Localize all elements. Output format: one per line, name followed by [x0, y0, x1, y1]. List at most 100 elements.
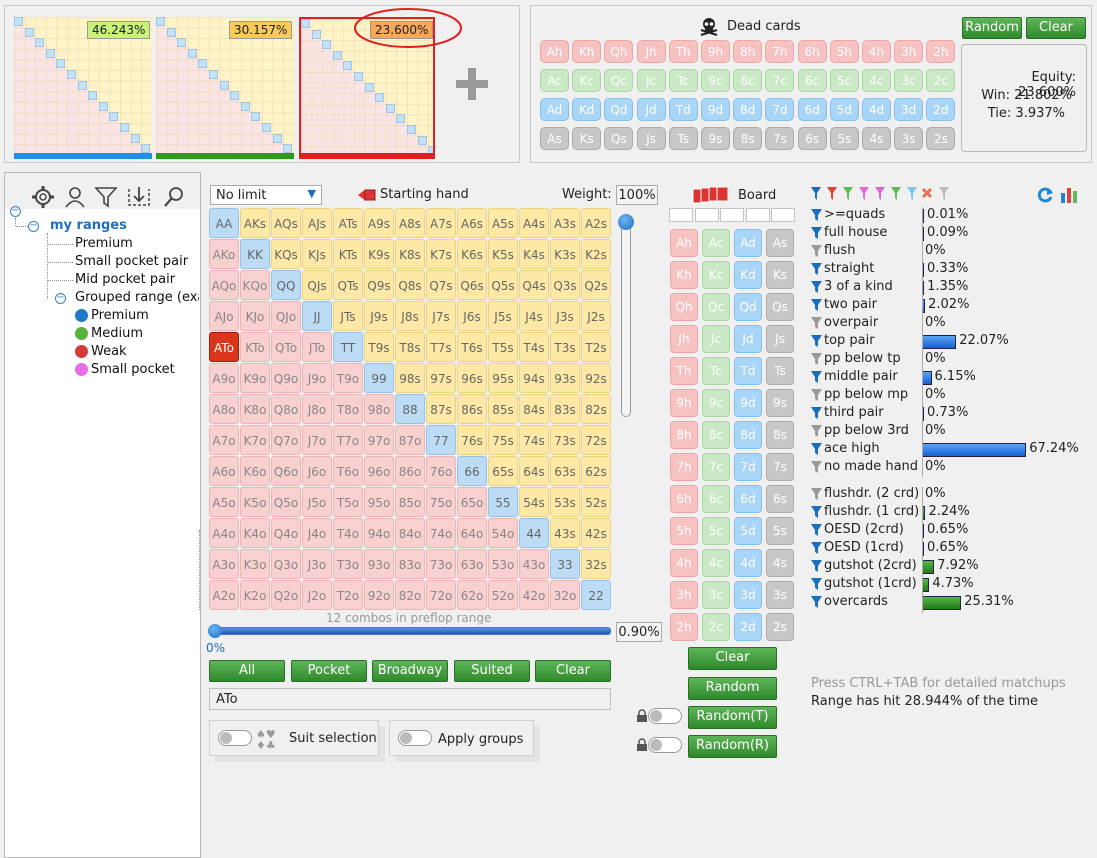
- hand-cell-66[interactable]: 66: [457, 456, 487, 486]
- range-slider-thumb[interactable]: [208, 624, 222, 638]
- hand-cell-Q8s[interactable]: Q8s: [395, 270, 425, 300]
- hand-cell-AKs[interactable]: AKs: [240, 208, 270, 238]
- hand-cell-86s[interactable]: 86s: [457, 394, 487, 424]
- hand-cell-AKo[interactable]: AKo: [209, 239, 239, 269]
- dead-card-8d[interactable]: 8d: [733, 98, 763, 121]
- hand-cell-K8s[interactable]: K8s: [395, 239, 425, 269]
- hand-cell-J9o[interactable]: J9o: [302, 363, 332, 393]
- hand-cell-T2s[interactable]: T2s: [581, 332, 611, 362]
- tree-item-small-pocket-pair[interactable]: Small pocket pair: [75, 254, 188, 269]
- board-card-2c[interactable]: 2c: [702, 613, 730, 641]
- hand-cell-87s[interactable]: 87s: [426, 394, 456, 424]
- hand-cell-AJs[interactable]: AJs: [302, 208, 332, 238]
- hand-cell-J5o[interactable]: J5o: [302, 487, 332, 517]
- filter-icon[interactable]: [811, 227, 822, 239]
- stat-label[interactable]: straight: [824, 261, 874, 276]
- stat-label[interactable]: OESD (1crd): [824, 540, 904, 555]
- dead-card-Jd[interactable]: Jd: [636, 98, 666, 121]
- hand-cell-62s[interactable]: 62s: [581, 456, 611, 486]
- board-card-Ah[interactable]: Ah: [670, 229, 698, 257]
- hand-cell-65s[interactable]: 65s: [488, 456, 518, 486]
- dead-card-6c[interactable]: 6c: [797, 69, 827, 92]
- stat-label[interactable]: gutshot (2crd): [824, 558, 917, 573]
- hand-cell-84o[interactable]: 84o: [395, 518, 425, 548]
- board-card-8s[interactable]: 8s: [766, 421, 794, 449]
- hand-cell-KK[interactable]: KK: [240, 239, 270, 269]
- board-card-7d[interactable]: 7d: [734, 453, 762, 481]
- filter-icon[interactable]: [811, 281, 822, 293]
- board-card-Qc[interactable]: Qc: [702, 293, 730, 321]
- board-card-6h[interactable]: 6h: [670, 485, 698, 513]
- dead-card-2d[interactable]: 2d: [926, 98, 956, 121]
- hand-cell-K7o[interactable]: K7o: [240, 425, 270, 455]
- hand-cell-Q8o[interactable]: Q8o: [271, 394, 301, 424]
- hand-cell-A8s[interactable]: A8s: [395, 208, 425, 238]
- board-random-button[interactable]: Random: [688, 677, 777, 700]
- dead-card-Qd[interactable]: Qd: [604, 98, 634, 121]
- hand-cell-75o[interactable]: 75o: [426, 487, 456, 517]
- board-card-4h[interactable]: 4h: [670, 549, 698, 577]
- tree-group-item-medium[interactable]: Medium: [91, 326, 143, 341]
- hand-cell-87o[interactable]: 87o: [395, 425, 425, 455]
- board-clear-button[interactable]: Clear: [688, 647, 777, 670]
- board-random-t-button[interactable]: Random(T): [688, 706, 777, 729]
- range-slider-track[interactable]: [212, 627, 611, 635]
- tree-collapse-myranges[interactable]: −: [28, 221, 39, 232]
- board-card-4s[interactable]: 4s: [766, 549, 794, 577]
- hand-cell-JTo[interactable]: JTo: [302, 332, 332, 362]
- hand-cell-AQs[interactable]: AQs: [271, 208, 301, 238]
- hand-cell-52s[interactable]: 52s: [581, 487, 611, 517]
- hand-cell-42o[interactable]: 42o: [519, 580, 549, 610]
- select-broadway-button[interactable]: Broadway: [372, 660, 448, 682]
- tree-item-premium[interactable]: Premium: [75, 236, 133, 251]
- hand-cell-63s[interactable]: 63s: [550, 456, 580, 486]
- dead-card-2h[interactable]: 2h: [926, 40, 956, 63]
- hand-cell-J9s[interactable]: J9s: [364, 301, 394, 331]
- hand-cell-Q9s[interactable]: Q9s: [364, 270, 394, 300]
- hand-cell-J4o[interactable]: J4o: [302, 518, 332, 548]
- hand-cell-Q7o[interactable]: Q7o: [271, 425, 301, 455]
- hand-cell-22[interactable]: 22: [581, 580, 611, 610]
- board-card-9c[interactable]: 9c: [702, 389, 730, 417]
- hand-cell-KQs[interactable]: KQs: [271, 239, 301, 269]
- dead-card-2c[interactable]: 2c: [926, 69, 956, 92]
- hand-cell-KJo[interactable]: KJo: [240, 301, 270, 331]
- hand-cell-53o[interactable]: 53o: [488, 549, 518, 579]
- hand-cell-95o[interactable]: 95o: [364, 487, 394, 517]
- hand-cell-43o[interactable]: 43o: [519, 549, 549, 579]
- hand-cell-J7s[interactable]: J7s: [426, 301, 456, 331]
- board-card-Td[interactable]: Td: [734, 357, 762, 385]
- hand-cell-98s[interactable]: 98s: [395, 363, 425, 393]
- hand-cell-TT[interactable]: TT: [333, 332, 363, 362]
- dead-card-3s[interactable]: 3s: [894, 127, 924, 150]
- gear-icon[interactable]: [31, 185, 55, 209]
- dead-card-Js[interactable]: Js: [636, 127, 666, 150]
- hand-cell-KQo[interactable]: KQo: [240, 270, 270, 300]
- filter-icon[interactable]: [811, 353, 822, 365]
- hand-cell-94s[interactable]: 94s: [519, 363, 549, 393]
- hand-cell-AA[interactable]: AA: [209, 208, 239, 238]
- hand-cell-64o[interactable]: 64o: [457, 518, 487, 548]
- dead-card-7c[interactable]: 7c: [765, 69, 795, 92]
- filter-icon[interactable]: [811, 560, 822, 572]
- dead-card-Th[interactable]: Th: [668, 40, 698, 63]
- board-card-Tc[interactable]: Tc: [702, 357, 730, 385]
- filter-icon[interactable]: [811, 461, 822, 473]
- hand-cell-K7s[interactable]: K7s: [426, 239, 456, 269]
- hand-cell-K9s[interactable]: K9s: [364, 239, 394, 269]
- hand-cell-33[interactable]: 33: [550, 549, 580, 579]
- hand-cell-T3s[interactable]: T3s: [550, 332, 580, 362]
- hand-cell-94o[interactable]: 94o: [364, 518, 394, 548]
- hand-cell-K2s[interactable]: K2s: [581, 239, 611, 269]
- hand-cell-97o[interactable]: 97o: [364, 425, 394, 455]
- hand-cell-54s[interactable]: 54s: [519, 487, 549, 517]
- filter-icon[interactable]: [811, 506, 822, 518]
- hand-cell-A2o[interactable]: A2o: [209, 580, 239, 610]
- hand-cell-92o[interactable]: 92o: [364, 580, 394, 610]
- hand-cell-88[interactable]: 88: [395, 394, 425, 424]
- board-card-Ts[interactable]: Ts: [766, 357, 794, 385]
- dead-card-6d[interactable]: 6d: [797, 98, 827, 121]
- hand-cell-92s[interactable]: 92s: [581, 363, 611, 393]
- hand-cell-J6o[interactable]: J6o: [302, 456, 332, 486]
- dead-card-Ks[interactable]: Ks: [572, 127, 602, 150]
